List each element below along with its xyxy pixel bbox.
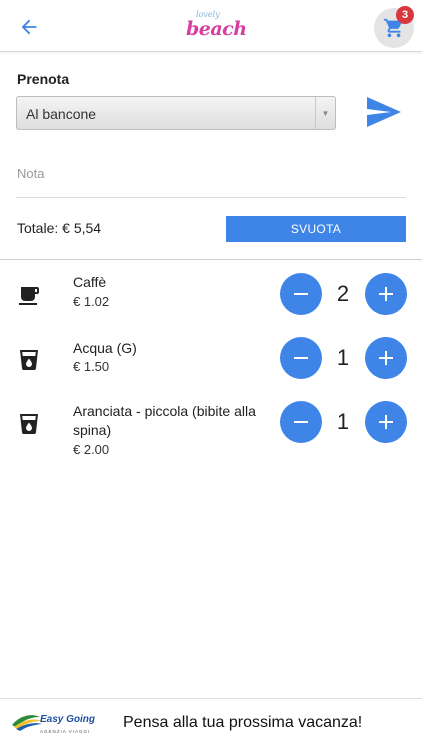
easy-going-logo: Easy Going AGENZIA VIAGGI (10, 709, 106, 739)
order-mode-select[interactable]: Al bancone ▼ (16, 96, 336, 130)
increase-qty-button[interactable] (365, 273, 407, 315)
minus-icon (294, 293, 308, 295)
cart-count-badge: 3 (396, 6, 414, 24)
send-icon (367, 97, 401, 127)
ad-text: Pensa alla tua prossima vacanza! (123, 714, 363, 731)
plus-icon (379, 415, 393, 429)
item-price: € 2.00 (73, 442, 110, 457)
clear-cart-button[interactable]: SVUOTA (226, 216, 406, 242)
minus-icon (294, 421, 308, 423)
decrease-qty-button[interactable] (280, 273, 322, 315)
ad-brand-text: Easy Going (40, 714, 95, 725)
minus-icon (294, 357, 308, 359)
decrease-qty-button[interactable] (280, 337, 322, 379)
back-button[interactable] (14, 12, 44, 42)
plus-icon (379, 351, 393, 365)
coffee-cup-icon (19, 287, 39, 305)
app-logo: lovely beach (184, 8, 247, 46)
item-name: Acqua (G) (73, 340, 137, 356)
cart-item: Acqua (G) € 1.50 1 (0, 336, 422, 400)
note-input[interactable] (16, 148, 406, 198)
cart-item: Aranciata - piccola (bibite alla spina) … (0, 400, 422, 464)
item-quantity: 1 (336, 409, 350, 434)
order-mode-value: Al bancone (26, 106, 97, 122)
item-price: € 1.50 (73, 359, 110, 374)
drink-glass-icon (20, 414, 38, 435)
ad-brand-sub-text: AGENZIA VIAGGI (40, 729, 90, 734)
send-order-button[interactable] (366, 96, 402, 128)
water-glass-icon (20, 350, 38, 371)
item-quantity: 2 (336, 281, 350, 306)
increase-qty-button[interactable] (365, 401, 407, 443)
increase-qty-button[interactable] (365, 337, 407, 379)
logo-big-text: beach (186, 18, 247, 40)
item-name: Aranciata - piccola (bibite alla spina) (73, 403, 256, 438)
dropdown-arrow-icon: ▼ (315, 97, 335, 129)
ad-banner[interactable]: Easy Going AGENZIA VIAGGI Pensa alla tua… (0, 698, 422, 750)
app-bar: lovely beach 3 (0, 0, 422, 52)
airplane-swoosh-icon: Easy Going AGENZIA VIAGGI (12, 714, 95, 734)
order-total: Totale: € 5,54 (17, 220, 102, 236)
item-price: € 1.02 (73, 294, 110, 309)
item-quantity: 1 (336, 345, 350, 370)
plus-icon (379, 287, 393, 301)
section-divider (0, 259, 422, 260)
arrow-back-icon (21, 19, 37, 35)
decrease-qty-button[interactable] (280, 401, 322, 443)
cart-item: Caffè € 1.02 2 (0, 270, 422, 334)
order-mode-label: Prenota (17, 71, 70, 87)
item-name: Caffè (73, 274, 107, 290)
